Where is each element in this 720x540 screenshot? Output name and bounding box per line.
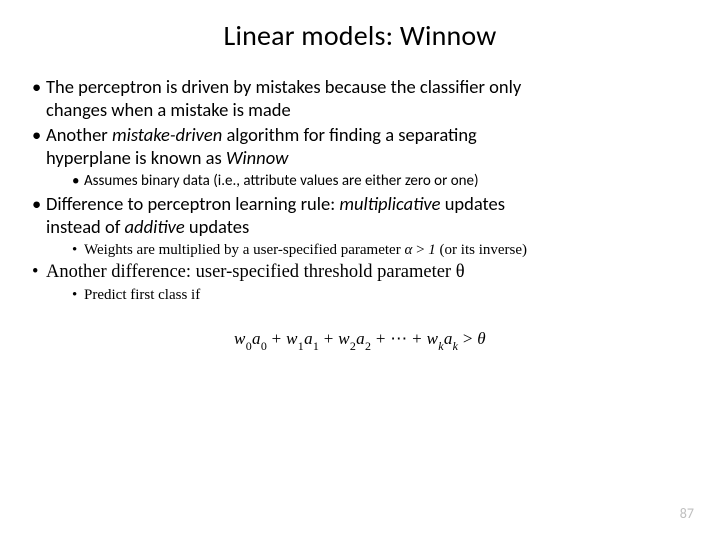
bullet-emph: mistake-driven — [112, 123, 222, 146]
formula-sub: k — [438, 339, 444, 353]
sub-bullet-list: Assumes binary data (i.e., attribute val… — [46, 172, 692, 191]
sub-bullet-list: Predict first class if — [46, 286, 692, 305]
bullet-item: Another mistake-driven algorithm for fin… — [32, 123, 692, 190]
formula-var: a — [444, 329, 453, 348]
sub-bullet-text: 1 — [428, 242, 436, 258]
formula-op: + — [319, 329, 338, 348]
bullet-item: Another difference: user-specified thres… — [32, 261, 692, 305]
sub-bullet-item: Weights are multiplied by a user-specifi… — [72, 241, 692, 260]
formula-var: w — [286, 329, 298, 348]
bullet-emph: Winnow — [226, 146, 288, 169]
bullet-list: The perceptron is driven by mistakes bec… — [28, 75, 692, 305]
formula-var: a — [356, 329, 365, 348]
formula: w0a0 + w1a1 + w2a2 + ⋯ + wkak > θ — [28, 329, 692, 352]
bullet-emph: additive — [125, 215, 185, 238]
bullet-text: Difference to perceptron learning rule: — [46, 192, 339, 215]
formula-op: > — [458, 329, 477, 348]
sub-bullet-text: Assumes binary data (i.e., attribute val… — [84, 172, 479, 190]
bullet-item: Difference to perceptron learning rule: … — [32, 192, 692, 259]
formula-sub: k — [453, 339, 459, 353]
formula-var: w — [427, 329, 439, 348]
bullet-emph: multiplicative — [339, 192, 440, 215]
formula-var: a — [304, 329, 313, 348]
bullet-text: hyperplane is known as — [46, 146, 226, 169]
sub-bullet-text: Weights are multiplied by a user-specifi… — [84, 242, 404, 258]
formula-sub: 0 — [261, 339, 267, 353]
formula-op: + ⋯ + — [371, 329, 426, 348]
bullet-text: Another — [46, 123, 112, 146]
sub-bullet-text: Predict first class if — [84, 287, 200, 303]
formula-sub: 1 — [298, 339, 304, 353]
sub-bullet-item: Assumes binary data (i.e., attribute val… — [72, 172, 692, 191]
sub-bullet-list: Weights are multiplied by a user-specifi… — [46, 241, 692, 260]
sub-bullet-text: > — [412, 242, 428, 258]
greek-theta: θ — [456, 262, 465, 282]
bullet-text: updates — [441, 192, 505, 215]
formula-var: w — [338, 329, 350, 348]
sub-bullet-text: (or its inverse) — [436, 242, 527, 258]
formula-sub: 2 — [365, 339, 371, 353]
formula-sub: 2 — [350, 339, 356, 353]
bullet-text: instead of — [46, 215, 125, 238]
bullet-text: Another difference: user-specified thres… — [46, 262, 456, 282]
formula-var: a — [252, 329, 261, 348]
page-number: 87 — [680, 505, 694, 522]
bullet-text: The perceptron is driven by mistakes bec… — [46, 75, 521, 98]
formula-sub: 1 — [313, 339, 319, 353]
sub-bullet-item: Predict first class if — [72, 286, 692, 305]
bullet-text: algorithm for finding a separating — [222, 123, 477, 146]
formula-var: w — [234, 329, 246, 348]
slide-title: Linear models: Winnow — [28, 18, 692, 53]
formula-sub: 0 — [246, 339, 252, 353]
bullet-item: The perceptron is driven by mistakes bec… — [32, 75, 692, 121]
bullet-text: updates — [185, 215, 249, 238]
greek-theta: θ — [477, 329, 486, 348]
formula-op: + — [267, 329, 286, 348]
bullet-text: changes when a mistake is made — [46, 98, 291, 121]
